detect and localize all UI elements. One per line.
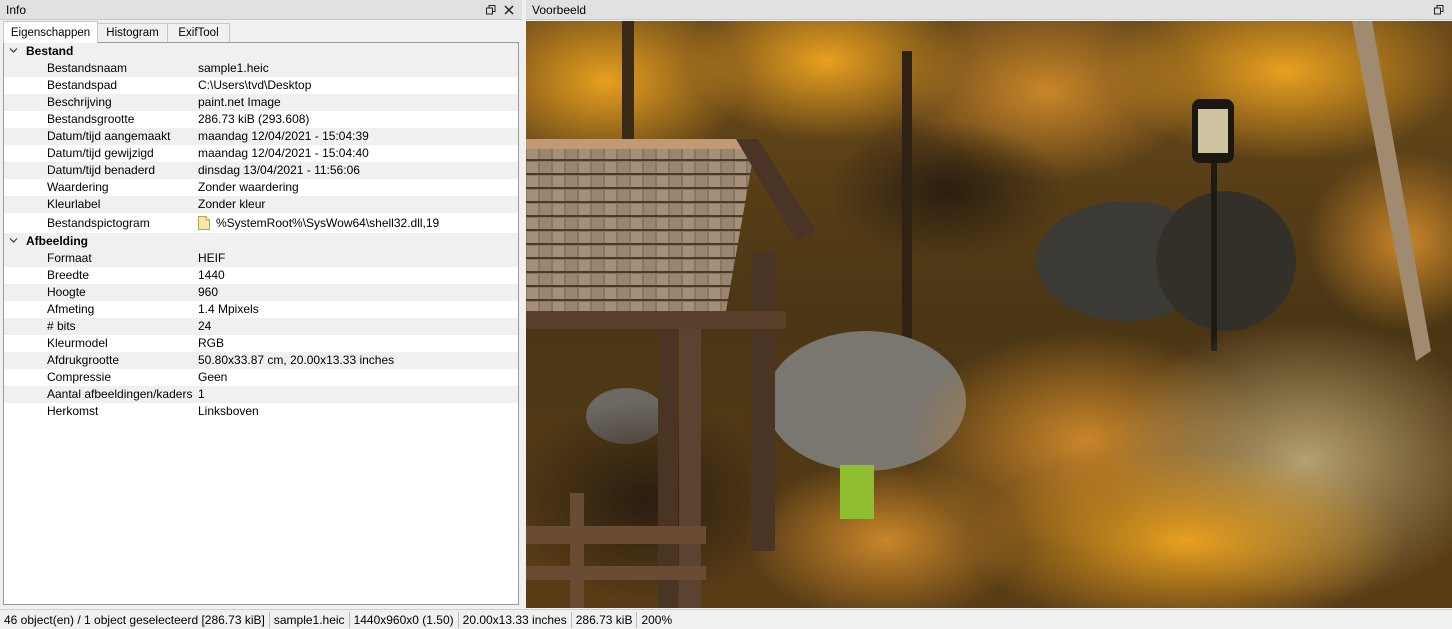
property-value: 286.73 kiB (293.608) — [198, 112, 310, 126]
preview-photo — [526, 21, 1452, 608]
tab-exiftool[interactable]: ExifTool — [167, 23, 230, 42]
status-zoom: 200% — [641, 612, 673, 627]
preview-image[interactable] — [526, 21, 1452, 608]
property-value: sample1.heic — [198, 61, 269, 75]
property-key: Hoogte — [47, 285, 86, 299]
property-key: Bestandsnaam — [47, 61, 128, 75]
property-key: Afdrukgrootte — [47, 353, 120, 367]
property-key: Compressie — [47, 370, 112, 384]
property-row[interactable]: Herkomst Linksboven — [4, 403, 518, 420]
property-value: %SystemRoot%\SysWow64\shell32.dll,19 — [216, 216, 440, 230]
property-value-with-icon: %SystemRoot%\SysWow64\shell32.dll,19 — [198, 213, 439, 233]
restore-window-icon[interactable] — [1430, 1, 1448, 19]
info-panel-title: Info — [6, 2, 27, 17]
property-value: 960 — [198, 285, 219, 299]
property-value: Linksboven — [198, 404, 259, 418]
property-value: Zonder waardering — [198, 180, 299, 194]
status-filename: sample1.heic — [270, 611, 350, 628]
property-value: 50.80x33.87 cm, 20.00x13.33 inches — [198, 353, 395, 367]
property-key: Herkomst — [47, 404, 99, 418]
property-value: 24 — [198, 319, 212, 333]
property-value: HEIF — [198, 251, 226, 265]
property-row[interactable]: Bestandspad C:\Users\tvd\Desktop — [4, 77, 518, 94]
property-key: Kleurmodel — [47, 336, 108, 350]
property-value: 1 — [198, 387, 205, 401]
property-key: Formaat — [47, 251, 92, 265]
chevron-down-icon[interactable] — [9, 233, 21, 250]
property-value: 1.4 Mpixels — [198, 302, 259, 316]
property-key: # bits — [47, 319, 76, 333]
property-value: C:\Users\tvd\Desktop — [198, 78, 312, 92]
property-row[interactable]: Datum/tijd gewijzigd maandag 12/04/2021 -… — [4, 145, 518, 162]
property-key: Bestandspad — [47, 78, 118, 92]
property-value: paint.net Image — [198, 95, 281, 109]
property-row[interactable]: Formaat HEIF — [4, 250, 518, 267]
property-row[interactable]: # bits 24 — [4, 318, 518, 335]
property-value: 1440 — [198, 268, 225, 282]
property-key: Datum/tijd aangemaakt — [47, 129, 171, 143]
group-bestand[interactable]: Bestand — [4, 43, 518, 60]
property-row[interactable]: Bestandspictogram %SystemRoot%\SysWow64\… — [4, 213, 518, 233]
status-filesize: 286.73 kiB — [572, 611, 638, 628]
info-tabs: Eigenschappen Histogram ExifTool — [0, 20, 522, 43]
property-row[interactable]: Breedte 1440 — [4, 267, 518, 284]
property-row[interactable]: Hoogte 960 — [4, 284, 518, 301]
preview-panel-titlebar: Voorbeeld — [526, 0, 1452, 20]
status-dimensions: 1440x960x0 (1.50) — [350, 611, 459, 628]
property-key: Datum/tijd gewijzigd — [47, 146, 154, 160]
property-row[interactable]: Bestandsnaam sample1.heic — [4, 60, 518, 77]
status-bar: 46 object(en) / 1 object geselecteerd [2… — [0, 609, 1452, 629]
property-row[interactable]: Datum/tijd aangemaakt maandag 12/04/2021 … — [4, 128, 518, 145]
tab-histogram[interactable]: Histogram — [97, 23, 168, 42]
property-row[interactable]: Aantal afbeeldingen/kaders 1 — [4, 386, 518, 403]
property-row[interactable]: Kleurlabel Zonder kleur — [4, 196, 518, 213]
property-row[interactable]: Beschrijving paint.net Image — [4, 94, 518, 111]
group-label: Afbeelding — [26, 234, 88, 248]
property-key: Bestandsgrootte — [47, 112, 135, 126]
property-value: Geen — [198, 370, 228, 384]
status-objects: 46 object(en) / 1 object geselecteerd [2… — [0, 611, 270, 628]
property-key: Breedte — [47, 268, 90, 282]
properties-list[interactable]: Bestand Bestandsnaam sample1.heic Bestand… — [3, 42, 519, 605]
property-row[interactable]: Bestandsgrootte 286.73 kiB (293.608) — [4, 111, 518, 128]
tab-label: Eigenschappen — [10, 26, 91, 39]
tab-label: Histogram — [106, 27, 159, 39]
group-label: Bestand — [26, 44, 74, 58]
info-panel-titlebar: Info — [0, 0, 522, 20]
property-value: Zonder kleur — [198, 197, 266, 211]
property-row[interactable]: Compressie Geen — [4, 369, 518, 386]
property-value: maandag 12/04/2021 - 15:04:39 — [198, 129, 369, 143]
property-row[interactable]: Waardering Zonder waardering — [4, 179, 518, 196]
property-key: Waardering — [47, 180, 109, 194]
group-afbeelding[interactable]: Afbeelding — [4, 233, 518, 250]
restore-window-icon[interactable] — [482, 1, 500, 19]
status-print-size: 20.00x13.33 inches — [459, 611, 572, 628]
property-key: Datum/tijd benaderd — [47, 163, 156, 177]
property-row[interactable]: Kleurmodel RGB — [4, 335, 518, 352]
property-row[interactable]: Datum/tijd benaderd dinsdag 13/04/2021 - … — [4, 162, 518, 179]
file-icon — [198, 216, 210, 230]
property-value: maandag 12/04/2021 - 15:04:40 — [198, 146, 369, 160]
preview-panel-title: Voorbeeld — [532, 2, 587, 17]
chevron-down-icon[interactable] — [9, 43, 21, 60]
close-icon[interactable] — [500, 1, 518, 19]
property-row[interactable]: Afdrukgrootte 50.80x33.87 cm, 20.00x13.33… — [4, 352, 518, 369]
property-key: Afmeting — [47, 302, 95, 316]
property-value: dinsdag 13/04/2021 - 11:56:06 — [198, 163, 360, 177]
property-value: RGB — [198, 336, 225, 350]
property-key: Kleurlabel — [47, 197, 101, 211]
property-key: Beschrijving — [47, 95, 112, 109]
property-key: Bestandspictogram — [47, 216, 150, 230]
tab-label: ExifTool — [178, 27, 219, 39]
property-row[interactable]: Afmeting 1.4 Mpixels — [4, 301, 518, 318]
tab-eigenschappen[interactable]: Eigenschappen — [3, 21, 98, 43]
property-key: Aantal afbeeldingen/kaders — [47, 387, 193, 401]
